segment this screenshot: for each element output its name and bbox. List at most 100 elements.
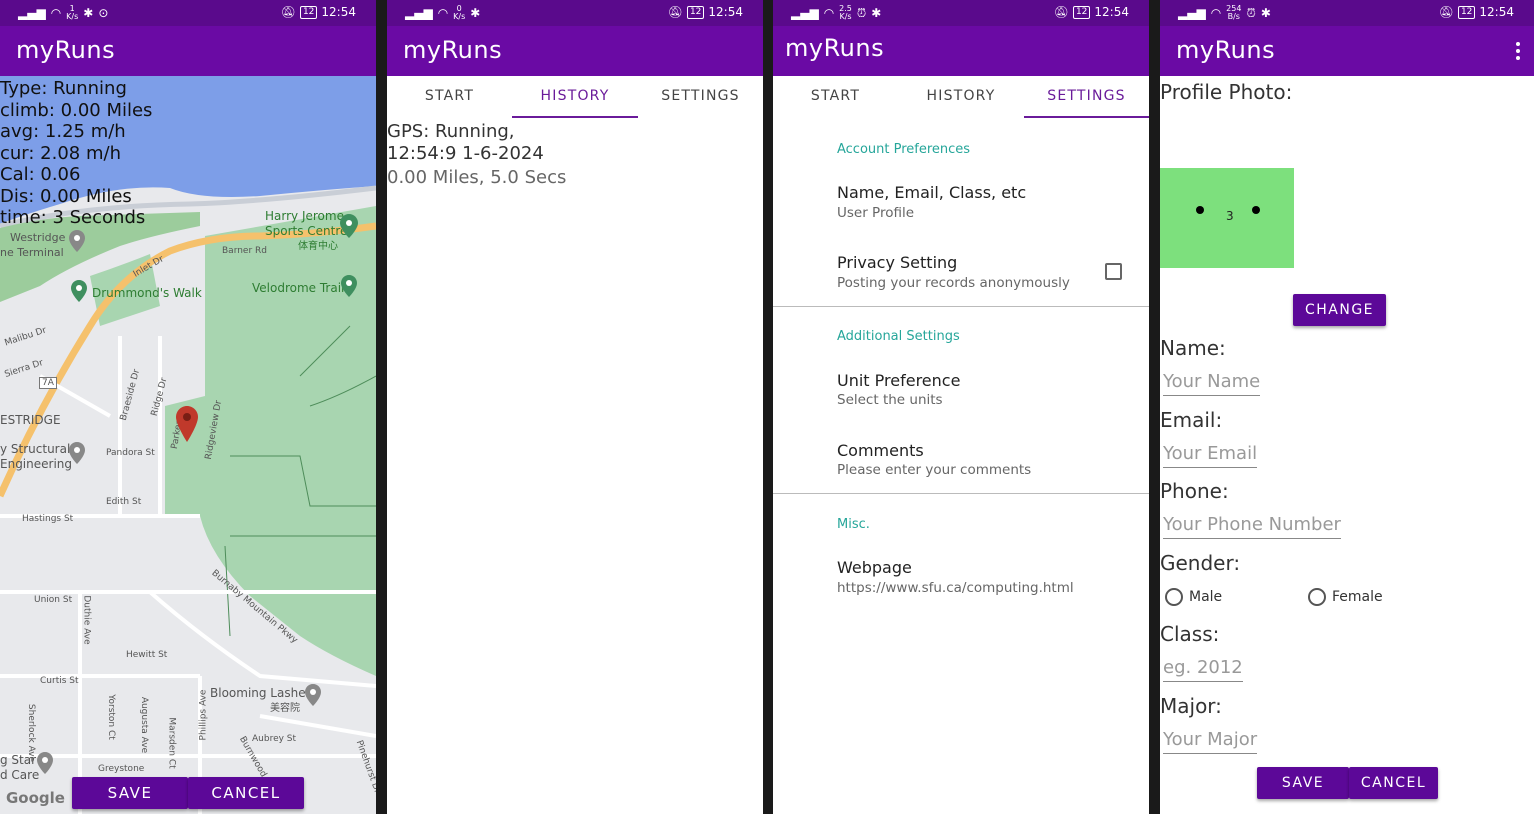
email-label: Email: bbox=[1160, 408, 1223, 432]
app-title: myRuns bbox=[1176, 36, 1276, 64]
tab-history[interactable]: HISTORY bbox=[898, 88, 1024, 104]
location-icon: ⊙ bbox=[98, 6, 109, 20]
tab-settings[interactable]: SETTINGS bbox=[1024, 88, 1149, 104]
signal-icon: ▂▄▆ bbox=[1178, 6, 1206, 20]
status-bar: ▂▄▆ ◠ 2.5 K/s ⏰︎ ✱ 🔕︎ 12 12:54 bbox=[773, 0, 1149, 26]
settings-screen: ▂▄▆ ◠ 2.5 K/s ⏰︎ ✱ 🔕︎ 12 12:54 myRuns STA… bbox=[773, 0, 1149, 814]
status-bar: ▂▄▆ ◠ 0 K/s ✱ 🔕︎ 12 12:54 bbox=[387, 0, 763, 26]
wifi-icon: ◠ bbox=[50, 6, 62, 20]
app-bar: myRuns bbox=[1160, 26, 1534, 76]
net-speed: 2.5 K/s bbox=[839, 4, 852, 21]
wifi-icon: ◠ bbox=[437, 6, 449, 20]
cancel-button[interactable]: CANCEL bbox=[188, 777, 304, 809]
battery-icon: 12 bbox=[686, 5, 705, 19]
divider bbox=[773, 306, 1149, 307]
tab-indicator bbox=[512, 116, 638, 118]
privacy-checkbox[interactable] bbox=[1105, 263, 1122, 280]
pref-title: Name, Email, Class, etc bbox=[837, 183, 1027, 202]
map-label: y Structural bbox=[0, 442, 71, 456]
park-marker-icon[interactable] bbox=[340, 214, 358, 238]
bluetooth-icon: ✱ bbox=[871, 6, 882, 20]
gender-label: Gender: bbox=[1160, 551, 1241, 575]
signal-icon: ▂▄▆ bbox=[791, 6, 819, 20]
stat-dis: Dis: 0.00 Miles bbox=[0, 185, 132, 207]
map-label: Sports Centre bbox=[265, 224, 348, 238]
pref-summary: User Profile bbox=[837, 205, 915, 221]
history-entry-title[interactable]: GPS: Running, 12:54:9 1-6-2024 bbox=[387, 121, 544, 165]
profile-screen: ▂▄▆ ◠ 254 B/s ⏰︎ ✱ 🔕︎ 12 12:54 myRuns Pro… bbox=[1160, 0, 1534, 814]
divider bbox=[773, 493, 1149, 494]
hiking-marker-icon[interactable] bbox=[341, 275, 357, 297]
battery-icon: 12 bbox=[1072, 5, 1091, 19]
map-label: Pandora St bbox=[106, 448, 155, 458]
pref-summary: Select the units bbox=[837, 392, 943, 408]
map-label: Drummond's Walk bbox=[92, 286, 202, 300]
tab-start[interactable]: START bbox=[773, 88, 898, 104]
save-button[interactable]: SAVE bbox=[72, 777, 188, 809]
male-radio[interactable] bbox=[1165, 588, 1183, 606]
map-label: d Care bbox=[0, 768, 40, 782]
map-label: Velodrome Trail bbox=[252, 281, 345, 295]
mute-icon: 🔕︎ bbox=[1438, 5, 1454, 19]
pref-title: Privacy Setting bbox=[837, 253, 958, 272]
map-label: Barner Rd bbox=[222, 246, 267, 256]
name-label: Name: bbox=[1160, 336, 1226, 360]
map-screen: ▂▄▆ ◠ 1 K/s ✱ ⊙ 🔕︎ 12 12:54 myRuns Type:… bbox=[0, 0, 376, 814]
app-title: myRuns bbox=[785, 34, 885, 62]
phone-label: Phone: bbox=[1160, 479, 1229, 503]
route-shield: 7A bbox=[39, 377, 57, 389]
change-photo-button[interactable]: CHANGE bbox=[1293, 294, 1386, 326]
class-field[interactable]: eg. 2012 bbox=[1163, 657, 1243, 682]
current-location-marker-icon[interactable] bbox=[176, 406, 198, 442]
cancel-button[interactable]: CANCEL bbox=[1349, 767, 1438, 799]
map-label: Duthie Ave bbox=[81, 595, 92, 645]
tab-history[interactable]: HISTORY bbox=[512, 88, 638, 104]
place-marker-icon[interactable] bbox=[69, 230, 85, 252]
email-field[interactable]: Your Email bbox=[1163, 443, 1258, 468]
place-marker-icon[interactable] bbox=[69, 442, 85, 464]
place-marker-icon[interactable] bbox=[305, 684, 321, 706]
map-label: Yorston Ct bbox=[105, 694, 116, 740]
stat-climb: climb: 0.00 Miles bbox=[0, 99, 153, 121]
stat-cal: Cal: 0.06 bbox=[0, 164, 81, 185]
tab-start[interactable]: START bbox=[387, 88, 512, 104]
pref-title: Webpage bbox=[837, 558, 912, 577]
phone-field[interactable]: Your Phone Number bbox=[1163, 514, 1341, 539]
place-marker-icon[interactable] bbox=[37, 752, 53, 774]
hiking-marker-icon[interactable] bbox=[71, 280, 87, 302]
net-speed: 254 B/s bbox=[1226, 4, 1242, 21]
save-button[interactable]: SAVE bbox=[1257, 767, 1349, 799]
wifi-icon: ◠ bbox=[823, 6, 835, 20]
map-label: Blooming Lashes bbox=[210, 686, 312, 700]
female-radio[interactable] bbox=[1308, 588, 1326, 606]
map-label: Curtis St bbox=[40, 676, 79, 686]
signal-icon: ▂▄▆ bbox=[18, 6, 46, 20]
map-label: Harry Jerome bbox=[265, 209, 344, 223]
female-label: Female bbox=[1332, 589, 1383, 605]
clock: 12:54 bbox=[1479, 5, 1514, 19]
app-bar: myRuns bbox=[0, 26, 376, 76]
map-label: 美容院 bbox=[270, 703, 300, 714]
name-field[interactable]: Your Name bbox=[1163, 371, 1261, 396]
status-bar: ▂▄▆ ◠ 254 B/s ⏰︎ ✱ 🔕︎ 12 12:54 bbox=[1160, 0, 1534, 26]
tab-indicator bbox=[1024, 116, 1149, 118]
history-screen: ▂▄▆ ◠ 0 K/s ✱ 🔕︎ 12 12:54 myRuns START HI… bbox=[387, 0, 763, 814]
major-field[interactable]: Your Major bbox=[1163, 729, 1258, 754]
wifi-icon: ◠ bbox=[1210, 6, 1222, 20]
tab-settings[interactable]: SETTINGS bbox=[638, 88, 763, 104]
face-icon: 3 bbox=[1196, 206, 1260, 223]
overflow-menu-icon[interactable] bbox=[1516, 42, 1520, 63]
male-label: Male bbox=[1189, 589, 1223, 605]
category-additional-settings: Additional Settings bbox=[837, 329, 960, 344]
signal-icon: ▂▄▆ bbox=[405, 6, 433, 20]
clock: 12:54 bbox=[1094, 5, 1129, 19]
pref-title: Unit Preference bbox=[837, 371, 961, 390]
major-label: Major: bbox=[1160, 694, 1222, 718]
net-speed: 0 K/s bbox=[453, 4, 466, 21]
app-title: myRuns bbox=[403, 36, 503, 64]
pref-title: Comments bbox=[837, 441, 924, 460]
map-label: Hewitt St bbox=[126, 650, 168, 660]
google-logo: Google bbox=[6, 789, 65, 807]
pref-summary: Posting your records anonymously bbox=[837, 275, 1070, 291]
bluetooth-icon: ✱ bbox=[1260, 6, 1271, 20]
